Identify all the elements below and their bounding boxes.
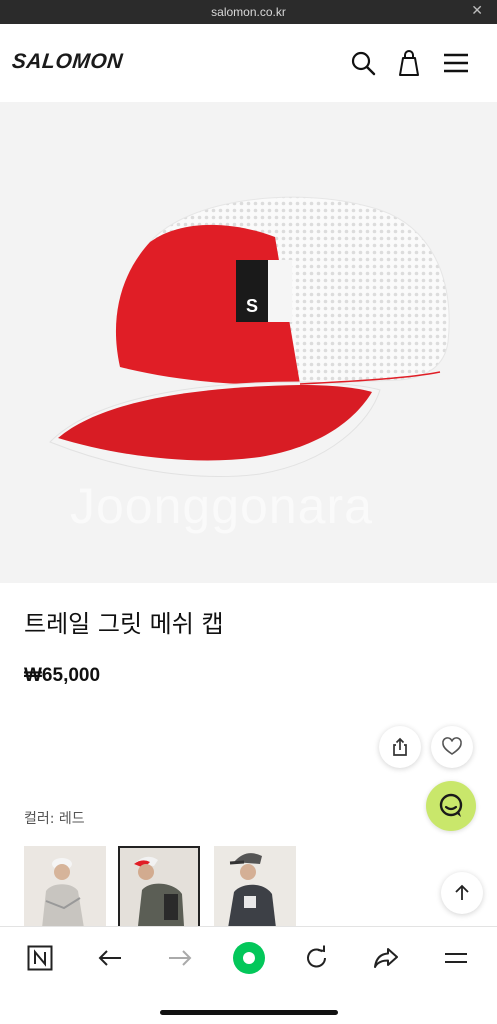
scroll-top-icon[interactable]	[441, 872, 483, 914]
share-icon[interactable]	[379, 726, 421, 768]
chat-icon[interactable]	[426, 781, 476, 831]
product-title: 트레일 그릿 메쉬 캡	[24, 610, 224, 638]
menu-lines-icon[interactable]	[439, 941, 473, 975]
brand-logo[interactable]: SALOMON	[11, 50, 124, 74]
url-text[interactable]: salomon.co.kr	[211, 5, 286, 19]
heart-icon[interactable]	[431, 726, 473, 768]
thumbnail-white-cap[interactable]	[24, 846, 106, 928]
thumbnail-gray-cap[interactable]	[214, 846, 296, 928]
shopping-bag-icon[interactable]	[394, 48, 424, 78]
color-label: 컬러: 레드	[24, 811, 85, 827]
share-arrow-icon[interactable]	[369, 941, 403, 975]
refresh-icon[interactable]	[300, 941, 334, 975]
browser-url-bar[interactable]: salomon.co.kr ✕	[0, 0, 497, 24]
close-icon[interactable]: ✕	[471, 3, 483, 19]
cap-logo-text: S	[246, 296, 258, 316]
thumbnail-red-cap[interactable]	[118, 846, 200, 928]
browser-bottom-bar	[0, 926, 497, 1024]
search-icon[interactable]	[348, 48, 378, 78]
watermark-text: Joonggonara	[70, 478, 373, 534]
back-icon[interactable]	[93, 941, 127, 975]
forward-icon[interactable]	[163, 941, 197, 975]
home-indicator[interactable]	[160, 1010, 338, 1015]
product-price: ₩65,000	[24, 665, 101, 686]
product-image[interactable]: S Joonggonara	[0, 102, 497, 583]
green-dot-icon[interactable]	[232, 941, 266, 975]
naver-icon[interactable]	[23, 941, 57, 975]
site-header: SALOMON	[0, 24, 497, 102]
menu-icon[interactable]	[441, 48, 471, 78]
